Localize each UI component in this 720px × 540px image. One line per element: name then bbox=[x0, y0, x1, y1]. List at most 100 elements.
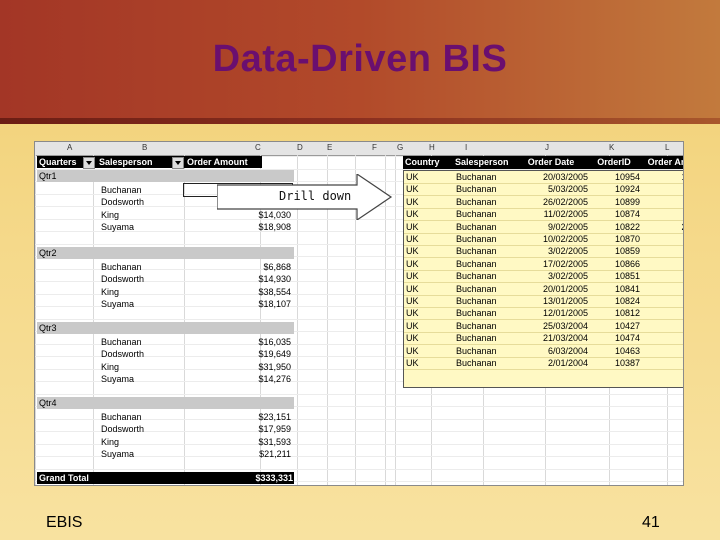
quarter-row[interactable]: Qtr2 bbox=[37, 247, 294, 259]
column-letter[interactable]: J bbox=[545, 143, 549, 152]
detail-row[interactable]: UK Buchanan 20/03/2005 10954 1659.53 bbox=[404, 171, 683, 184]
detail-cell: 9/02/2005 bbox=[547, 221, 588, 232]
detail-cell: 1630 bbox=[644, 245, 683, 257]
slide-title: Data-Driven BIS bbox=[212, 38, 508, 80]
column-letter[interactable]: E bbox=[327, 143, 332, 152]
detail-row[interactable]: UK Buchanan 25/03/2004 10427 558 bbox=[404, 320, 683, 333]
salesperson-name: Suyama bbox=[101, 448, 135, 459]
pivot-row[interactable]: Buchanan $23,151 bbox=[35, 411, 683, 423]
detail-cell: 122.4 bbox=[644, 196, 683, 208]
order-amount: $14,930 bbox=[258, 274, 291, 285]
detail-cell: Buchanan bbox=[456, 196, 497, 207]
detail-cell: 756.72 bbox=[644, 357, 683, 369]
detail-row[interactable]: UK Buchanan 10/02/2005 10870 160 bbox=[404, 233, 683, 246]
grand-total-row: Grand Total $333,331 bbox=[37, 472, 294, 484]
detail-cell: 17/02/2005 bbox=[542, 258, 588, 269]
detail-cell: 2/01/2004 bbox=[547, 358, 588, 368]
column-letter[interactable]: H bbox=[429, 143, 435, 152]
quarter-label: Qtr4 bbox=[39, 398, 57, 408]
detail-row[interactable]: UK Buchanan 21/03/2004 10474 1249.1 bbox=[404, 332, 683, 346]
detail-cell: UK bbox=[406, 308, 419, 319]
order-amount: $23,151 bbox=[258, 412, 291, 422]
column-letter[interactable]: B bbox=[142, 143, 147, 152]
detail-row[interactable]: UK Buchanan 26/02/2005 10899 122.4 bbox=[404, 196, 683, 209]
detail-table-body: UK Buchanan 20/03/2005 10954 1659.53 UK Buchan… bbox=[403, 170, 683, 388]
detail-cell: 3/02/2005 bbox=[547, 271, 588, 282]
quarter-label: Qtr1 bbox=[39, 171, 57, 181]
salesperson-name: Dodsworth bbox=[101, 197, 145, 208]
salesperson-name: Dodsworth bbox=[101, 349, 145, 360]
column-letter[interactable]: D bbox=[297, 143, 303, 152]
detail-cell: Buchanan bbox=[456, 258, 497, 269]
detail-cell: 10822 bbox=[614, 221, 640, 232]
grand-total-label: Grand Total bbox=[39, 473, 89, 483]
detail-cell: UK bbox=[406, 234, 419, 244]
detail-cell: 310 bbox=[644, 208, 683, 220]
filter-dropdown[interactable] bbox=[172, 157, 184, 169]
pivot-row[interactable]: Suyama $21,211 bbox=[35, 448, 683, 460]
pivot-header-cell: Order Amount bbox=[185, 156, 262, 168]
column-letter[interactable]: L bbox=[665, 143, 669, 152]
detail-row[interactable]: UK Buchanan 2/01/2004 10387 756.72 bbox=[404, 357, 683, 370]
detail-row[interactable]: UK Buchanan 3/02/2005 10859 1630 bbox=[404, 245, 683, 259]
salesperson-name: King bbox=[101, 436, 120, 447]
detail-cell: 10812 bbox=[614, 308, 640, 319]
salesperson-name: King bbox=[101, 286, 120, 297]
order-amount: $21,211 bbox=[259, 448, 291, 459]
detail-cell: 1392.0 bbox=[644, 307, 683, 319]
detail-cell: 2826 bbox=[644, 295, 683, 307]
pivot-row[interactable]: King $31,593 bbox=[35, 436, 683, 448]
detail-cell: 10899 bbox=[614, 196, 640, 207]
detail-cell: 10463 bbox=[614, 345, 640, 356]
column-letter[interactable]: A bbox=[67, 143, 72, 152]
grand-total-value: $333,331 bbox=[255, 473, 293, 483]
quarter-row[interactable]: Qtr4 bbox=[37, 397, 294, 409]
quarter-row[interactable]: Qtr3 bbox=[37, 322, 294, 334]
order-amount: $17,959 bbox=[258, 424, 291, 435]
detail-cell: UK bbox=[406, 172, 419, 182]
detail-cell: 10874 bbox=[614, 209, 640, 220]
quarter-label: Qtr3 bbox=[39, 323, 57, 333]
detail-cell: UK bbox=[406, 333, 419, 344]
detail-row[interactable]: UK Buchanan 13/01/2005 10824 2826 bbox=[404, 295, 683, 308]
detail-cell: Buchanan bbox=[456, 172, 497, 182]
column-letter[interactable]: I bbox=[465, 143, 467, 152]
detail-cell: 558 bbox=[644, 320, 683, 332]
detail-row[interactable]: UK Buchanan 3/02/2005 10851 3600 bbox=[404, 270, 683, 284]
detail-cell: 20/01/2005 bbox=[542, 283, 588, 294]
column-letter[interactable]: C bbox=[255, 143, 261, 152]
detail-cell: 13/01/2005 bbox=[542, 296, 588, 306]
detail-cell: 12/01/2005 bbox=[542, 308, 588, 319]
order-amount: $16,035 bbox=[258, 337, 291, 347]
detail-cell: 10859 bbox=[614, 246, 640, 257]
detail-cell: UK bbox=[406, 283, 419, 294]
header-rule bbox=[0, 118, 720, 124]
column-letter[interactable]: G bbox=[397, 143, 403, 152]
slide-number: 41 bbox=[642, 514, 660, 531]
detail-cell: UK bbox=[406, 196, 419, 207]
detail-row[interactable]: UK Buchanan 12/01/2005 10812 1392.0 bbox=[404, 307, 683, 321]
detail-cell: Buchanan bbox=[456, 345, 497, 356]
detail-cell: 10954 bbox=[614, 172, 640, 182]
salesperson-name: Buchanan bbox=[101, 262, 142, 272]
detail-cell: UK bbox=[406, 184, 419, 195]
order-amount: $14,276 bbox=[258, 373, 291, 384]
detail-row[interactable]: UK Buchanan 5/03/2005 10924 1835 bbox=[404, 183, 683, 197]
salesperson-name: Buchanan bbox=[101, 337, 142, 347]
detail-cell: UK bbox=[406, 320, 419, 331]
detail-row[interactable]: UK Buchanan 11/02/2005 10874 310 bbox=[404, 208, 683, 222]
detail-cell: 713.3 bbox=[644, 345, 683, 357]
column-letter[interactable]: F bbox=[372, 143, 377, 152]
detail-row[interactable]: UK Buchanan 20/01/2005 10841 4581 bbox=[404, 283, 683, 296]
salesperson-name: Suyama bbox=[101, 298, 135, 309]
filter-dropdown[interactable] bbox=[83, 157, 95, 169]
detail-row[interactable]: UK Buchanan 6/03/2004 10463 713.3 bbox=[404, 345, 683, 358]
detail-row[interactable]: UK Buchanan 17/02/2005 10866 1096.2 bbox=[404, 258, 683, 271]
detail-row[interactable]: UK Buchanan 9/02/2005 10822 2058.46 bbox=[404, 221, 683, 234]
detail-cell: 10870 bbox=[614, 234, 640, 244]
detail-cell: 2058.46 bbox=[644, 221, 683, 233]
pivot-row[interactable]: Dodsworth $17,959 bbox=[35, 423, 683, 435]
column-letter[interactable]: K bbox=[609, 143, 614, 152]
detail-cell: UK bbox=[406, 345, 419, 356]
detail-cell: Buchanan bbox=[456, 320, 497, 331]
